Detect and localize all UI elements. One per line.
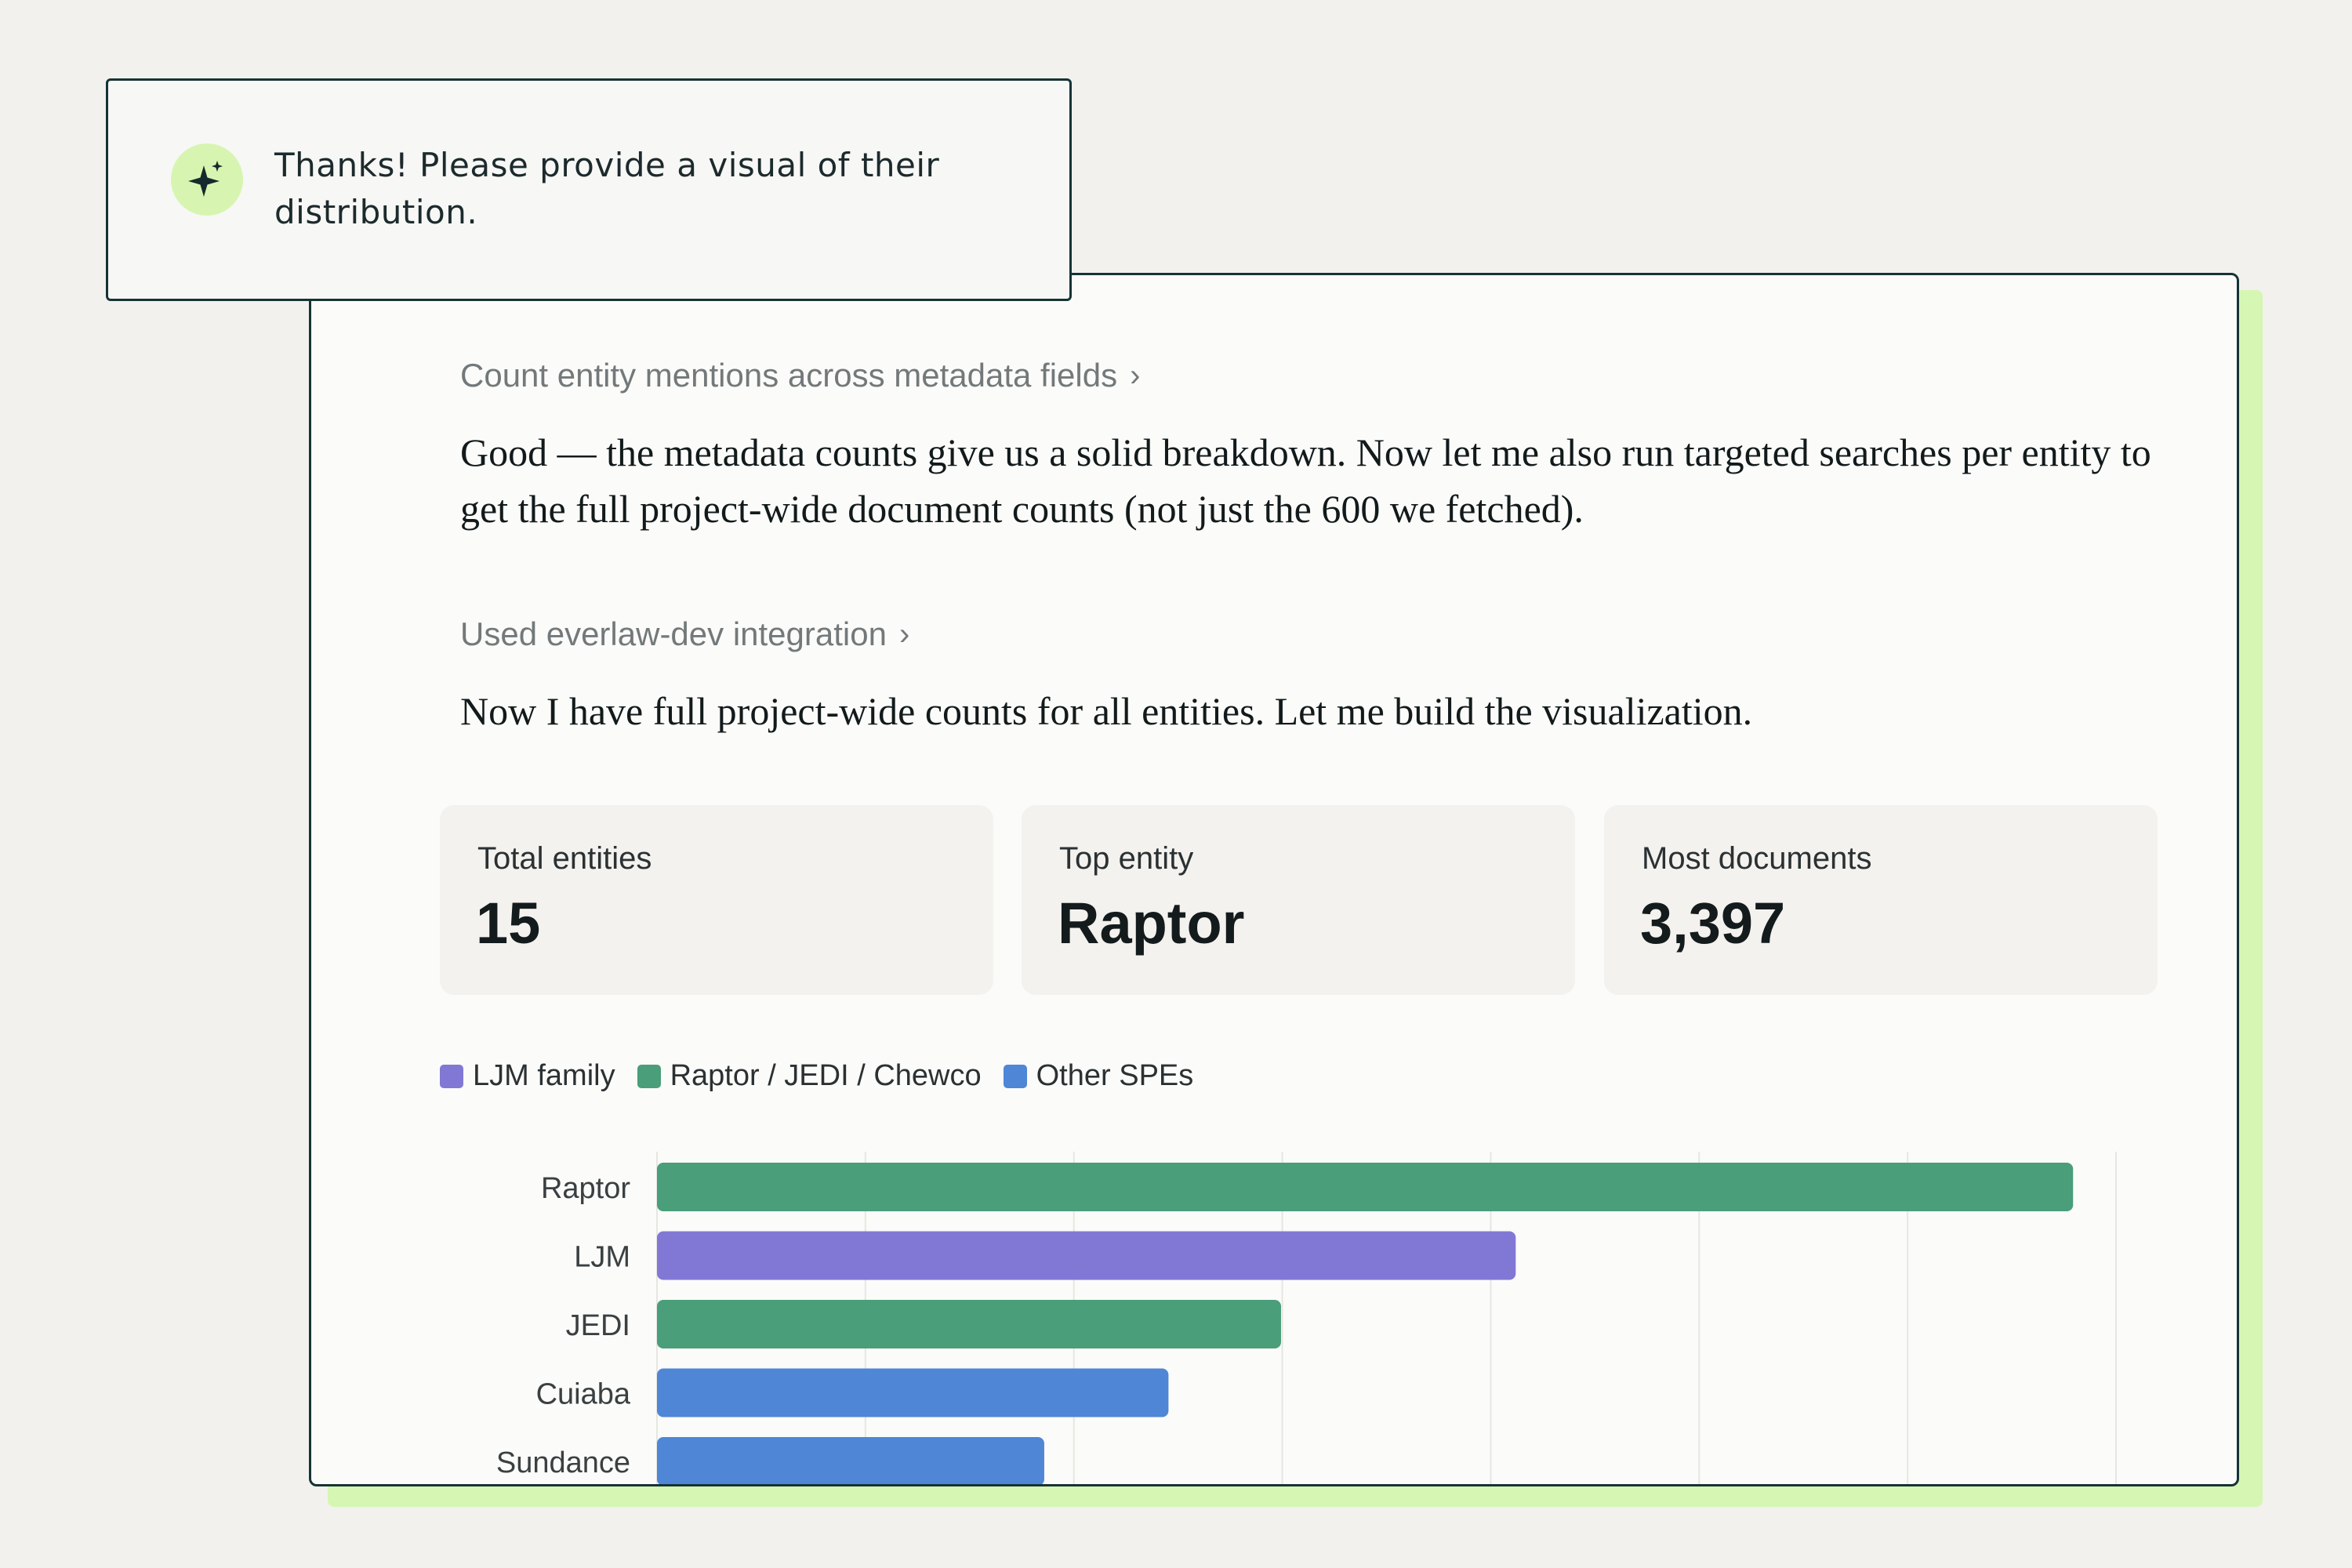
- bar-category-label: LJM: [574, 1241, 630, 1274]
- assistant-response-card: Count entity mentions across metadata fi…: [309, 273, 2239, 1486]
- bar-sundance[interactable]: [657, 1437, 1044, 1484]
- bar-category-label: Sundance: [496, 1446, 630, 1479]
- bar-jedi[interactable]: [657, 1300, 1281, 1348]
- user-prompt-card: Thanks! Please provide a visual of their…: [106, 78, 1072, 301]
- ai-badge: [171, 143, 243, 216]
- prompt-text: Thanks! Please provide a visual of their…: [274, 146, 940, 231]
- bar-category-label: Raptor: [541, 1172, 630, 1205]
- entity-bar-chart: Raptor LJM JEDI Cuiaba Sundance: [496, 1152, 2117, 1484]
- bar-ljm[interactable]: [657, 1231, 1516, 1280]
- bar-category-label: Cuiaba: [536, 1378, 631, 1411]
- bar-cuiaba[interactable]: [657, 1368, 1169, 1417]
- bar-raptor[interactable]: [657, 1163, 2074, 1211]
- sparkle-icon: [188, 161, 223, 197]
- bar-category-label: JEDI: [566, 1309, 630, 1342]
